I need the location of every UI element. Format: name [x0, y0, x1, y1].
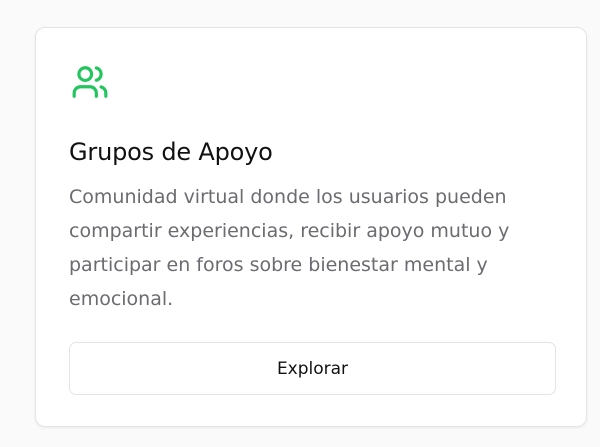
support-groups-card: Grupos de Apoyo Comunidad virtual donde … [35, 27, 587, 427]
users-icon [69, 63, 111, 101]
card-description: Comunidad virtual donde los usuarios pue… [69, 186, 510, 310]
explore-button[interactable]: Explorar [69, 342, 556, 395]
card-title: Grupos de Apoyo [69, 138, 273, 166]
